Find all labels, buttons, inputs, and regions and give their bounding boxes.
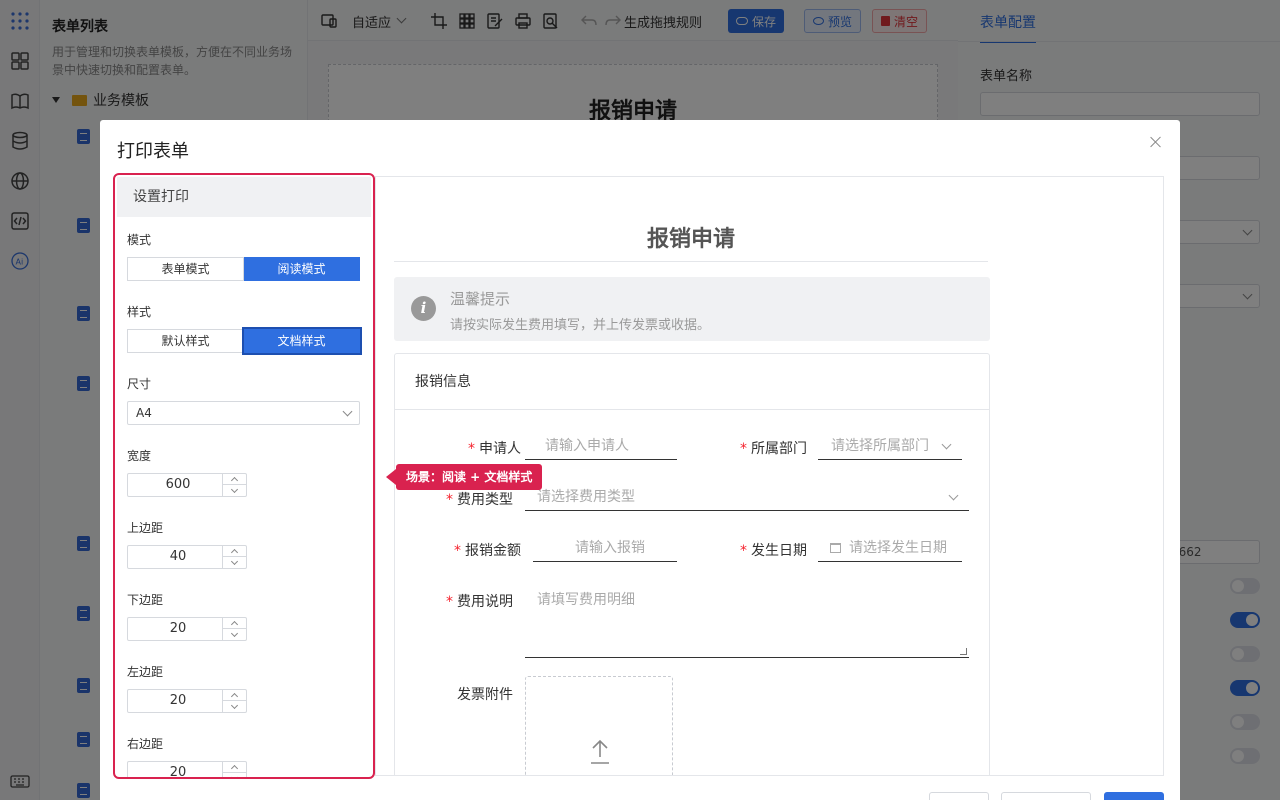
style-segmented: 默认样式 文档样式 — [127, 329, 360, 353]
upload-icon — [591, 739, 609, 764]
decrement-icon[interactable] — [222, 557, 246, 568]
print-form-dialog: 打印表单 设置打印 模式 表单模式 阅读模式 样式 默认样式 文档样式 尺寸 A… — [100, 120, 1180, 800]
style-label: 样式 — [127, 305, 152, 319]
top-margin-value[interactable]: 40 — [128, 546, 228, 568]
scenario-callout: 场景：阅读 + 文档样式 — [385, 464, 543, 490]
expense-desc-textarea[interactable]: 请填写费用明细 — [525, 582, 969, 658]
top-margin-stepper[interactable]: 40 — [127, 545, 247, 569]
tip-title: 温馨提示 — [450, 290, 511, 308]
width-stepper[interactable]: 600 — [127, 473, 247, 497]
section-title: 报销信息 — [395, 354, 989, 410]
decrement-icon[interactable] — [222, 485, 246, 496]
calendar-icon — [830, 543, 841, 553]
dept-label: * 所属部门 — [740, 441, 807, 457]
top-margin-label: 上边距 — [127, 521, 164, 535]
chevron-down-icon — [941, 439, 952, 450]
print-settings-panel: 设置打印 模式 表单模式 阅读模式 样式 默认样式 文档样式 尺寸 A4 宽度 … — [113, 173, 375, 779]
size-label: 尺寸 — [127, 377, 152, 391]
width-label: 宽度 — [127, 449, 152, 463]
decrement-icon[interactable] — [222, 629, 246, 640]
date-label: * 发生日期 — [740, 543, 807, 559]
reimburse-info-card: 报销信息 * 申请人 请输入申请人 * 所属部门 请选择所属部门 * 费用类型 请选择… — [394, 353, 990, 775]
expense-type-label: * 费用类型 — [446, 492, 513, 508]
tip-description: 请按实际发生费用填写，并上传发票或收据。 — [450, 318, 711, 333]
increment-icon[interactable] — [222, 474, 246, 485]
right-margin-label: 右边距 — [127, 737, 164, 751]
mode-read-button[interactable]: 阅读模式 — [244, 257, 360, 281]
resize-handle-icon[interactable] — [960, 648, 967, 655]
style-document-button[interactable]: 文档样式 — [244, 329, 360, 353]
left-margin-label: 左边距 — [127, 665, 164, 679]
right-margin-stepper[interactable]: 20 — [127, 761, 247, 777]
applicant-input[interactable]: 请输入申请人 — [525, 434, 677, 460]
preview-form-title: 报销申请 — [394, 221, 988, 262]
invoice-label: 发票附件 — [457, 687, 513, 703]
left-margin-stepper[interactable]: 20 — [127, 689, 247, 713]
decrement-icon[interactable] — [222, 701, 246, 712]
bottom-margin-value[interactable]: 20 — [128, 618, 228, 640]
size-value: A4 — [136, 406, 152, 420]
expense-type-select[interactable]: 请选择费用类型 — [525, 485, 969, 511]
mode-segmented: 表单模式 阅读模式 — [127, 257, 360, 281]
expense-desc-label: * 费用说明 — [446, 594, 513, 610]
dialog-title: 打印表单 — [117, 141, 189, 162]
size-select[interactable]: A4 — [127, 401, 360, 425]
date-picker[interactable]: 请选择发生日期 — [818, 536, 962, 562]
left-margin-value[interactable]: 20 — [128, 690, 228, 712]
width-value[interactable]: 600 — [128, 474, 228, 496]
chevron-down-icon — [342, 406, 353, 417]
dept-select[interactable]: 请选择所属部门 — [818, 434, 962, 460]
applicant-label: * 申请人 — [468, 441, 521, 457]
mode-label: 模式 — [127, 233, 152, 247]
amount-label: * 报销金额 — [454, 543, 521, 559]
print-button[interactable] — [1104, 792, 1164, 800]
export-button[interactable] — [1001, 792, 1091, 800]
increment-icon[interactable] — [222, 690, 246, 701]
increment-icon[interactable] — [222, 618, 246, 629]
cancel-button[interactable] — [929, 792, 989, 800]
increment-icon[interactable] — [222, 546, 246, 557]
amount-input[interactable]: 请输入报销 — [533, 536, 677, 562]
bottom-margin-label: 下边距 — [127, 593, 164, 607]
tip-alert: i 温馨提示 请按实际发生费用填写，并上传发票或收据。 — [394, 277, 990, 341]
settings-header: 设置打印 — [117, 177, 371, 217]
invoice-upload[interactable] — [525, 676, 673, 775]
decrement-icon[interactable] — [222, 773, 246, 777]
mode-form-button[interactable]: 表单模式 — [127, 257, 244, 281]
increment-icon[interactable] — [222, 762, 246, 773]
info-icon: i — [411, 296, 436, 321]
close-icon[interactable] — [1150, 136, 1162, 148]
chevron-down-icon — [948, 490, 959, 501]
right-margin-value[interactable]: 20 — [128, 762, 228, 777]
style-default-button[interactable]: 默认样式 — [127, 329, 244, 353]
bottom-margin-stepper[interactable]: 20 — [127, 617, 247, 641]
